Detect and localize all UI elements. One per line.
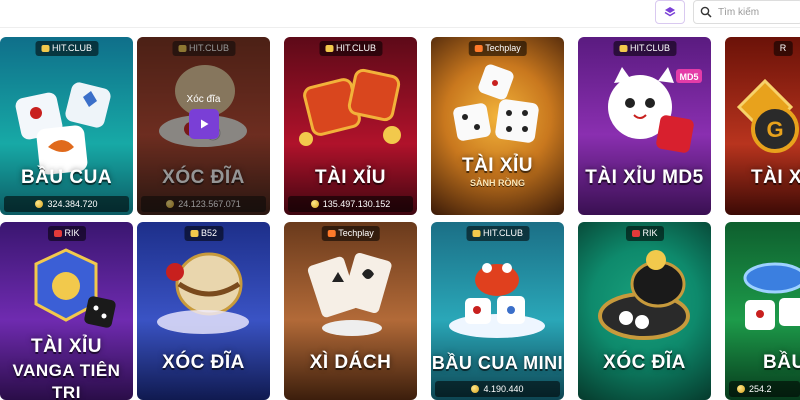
game-title-line2: VANGA TIÊN TRI bbox=[12, 361, 121, 400]
dice-fire-art bbox=[453, 64, 539, 143]
game-title: BẦU CUA MINI bbox=[431, 353, 564, 373]
crab-dice-art bbox=[449, 263, 545, 338]
jackpot-value: 324.384.720 bbox=[47, 199, 98, 209]
play-icon bbox=[201, 119, 209, 129]
chip-art: G bbox=[736, 78, 799, 153]
hover-game-label: Xóc đĩa bbox=[186, 94, 221, 105]
game-title: TÀI XỈU bbox=[314, 167, 387, 188]
filter-button[interactable] bbox=[655, 0, 685, 24]
top-bar bbox=[0, 0, 800, 28]
provider-label: RIK bbox=[64, 228, 80, 238]
layers-filter-icon bbox=[664, 7, 676, 17]
jackpot-counter: 4.190.440 bbox=[435, 381, 560, 397]
provider-label: RIK bbox=[642, 228, 658, 238]
provider-badge: HIT.CLUB bbox=[34, 41, 99, 56]
dice-art bbox=[743, 262, 800, 330]
crystal-dice-art bbox=[34, 248, 116, 328]
provider-label: HIT.CLUB bbox=[335, 43, 377, 53]
game-title: XÌ DÁCH bbox=[309, 352, 392, 373]
search-input[interactable] bbox=[718, 6, 788, 18]
game-title: TÀI XỈU bbox=[461, 155, 534, 176]
game-title: BẦU CUA bbox=[20, 167, 113, 188]
provider-badge: HIT.CLUB bbox=[318, 41, 383, 56]
provider-label: B52 bbox=[200, 228, 218, 238]
game-card-tai-xiu-vanga[interactable]: RIK TÀI XỈU VANGA TIÊN TRI bbox=[0, 222, 133, 400]
game-title: TÀI XỈU MD5 bbox=[585, 167, 704, 188]
game-title: XÓC ĐĨA bbox=[603, 352, 686, 373]
jackpot-counter: 135.497.130.152 bbox=[288, 196, 413, 212]
gold-dice-art bbox=[299, 68, 401, 146]
game-card-bau-cua-mini[interactable]: HIT.CLUB BẦU CUA MINI 4.190.440 bbox=[431, 222, 564, 400]
svg-text:G: G bbox=[766, 117, 783, 142]
coin-icon bbox=[737, 385, 745, 393]
jackpot-value: 135.497.130.152 bbox=[322, 199, 391, 209]
game-title: BẦU bbox=[763, 352, 800, 373]
lucky-cat-art: MD5 bbox=[608, 67, 702, 153]
provider-badge: B52 bbox=[183, 226, 224, 241]
search-box[interactable] bbox=[693, 0, 800, 24]
jackpot-counter: 324.384.720 bbox=[4, 196, 129, 212]
dice-art bbox=[15, 82, 111, 175]
game-card-xoc-dia[interactable]: HIT.CLUB XÓC ĐĨA 24.123.567.071 Xóc đĩa bbox=[137, 37, 270, 215]
game-card-tai-xiu-partial[interactable]: G R TÀI XỈ bbox=[725, 37, 800, 215]
provider-badge: RIK bbox=[625, 226, 664, 241]
game-title: XÓC ĐĨA bbox=[162, 352, 245, 373]
provider-badge: R bbox=[773, 41, 793, 56]
cards-art bbox=[307, 252, 392, 336]
provider-label: R bbox=[779, 43, 787, 53]
game-card-tai-xiu[interactable]: HIT.CLUB TÀI XỈU 135.497.130.152 bbox=[284, 37, 417, 215]
provider-badge: HIT.CLUB bbox=[612, 41, 677, 56]
game-card-tai-xiu-sanh-rong[interactable]: Techplay TÀI XỈU SẢNH RỒNG bbox=[431, 37, 564, 215]
game-grid: HIT.CLUB BẦU CUA 324.384.720 HIT.CLUB XÓ… bbox=[0, 37, 800, 400]
bowl-plate-art bbox=[598, 250, 690, 340]
jackpot-value: 4.190.440 bbox=[483, 384, 524, 394]
game-title: TÀI XỈ bbox=[751, 167, 800, 188]
coin-icon bbox=[471, 385, 480, 393]
game-card-xi-dach[interactable]: Techplay XÌ DÁCH bbox=[284, 222, 417, 400]
game-card-tai-xiu-md5[interactable]: MD5 HIT.CLUB TÀI XỈU MD5 bbox=[578, 37, 711, 215]
provider-label: Techplay bbox=[338, 228, 374, 238]
provider-badge: Techplay bbox=[468, 41, 527, 56]
provider-badge: RIK bbox=[47, 226, 86, 241]
game-card-xoc-dia-b52[interactable]: B52 XÓC ĐĨA bbox=[137, 222, 270, 400]
game-subtitle: SẢNH RỒNG bbox=[469, 178, 525, 188]
search-icon bbox=[700, 6, 712, 18]
svg-text:MD5: MD5 bbox=[679, 72, 698, 82]
bowl-art bbox=[157, 252, 249, 334]
provider-label: HIT.CLUB bbox=[629, 43, 671, 53]
provider-label: Techplay bbox=[485, 43, 521, 53]
play-button[interactable] bbox=[189, 109, 219, 139]
game-card-bau-cua[interactable]: HIT.CLUB BẦU CUA 324.384.720 bbox=[0, 37, 133, 215]
provider-badge: Techplay bbox=[321, 226, 380, 241]
game-card-xoc-dia-rik[interactable]: RIK XÓC ĐĨA bbox=[578, 222, 711, 400]
jackpot-counter: 254.2 bbox=[729, 381, 800, 397]
provider-label: HIT.CLUB bbox=[482, 228, 524, 238]
provider-badge: HIT.CLUB bbox=[465, 226, 530, 241]
jackpot-value: 254.2 bbox=[749, 384, 772, 394]
game-card-bau-partial[interactable]: BẦU 254.2 bbox=[725, 222, 800, 400]
game-title: TÀI XỈU bbox=[30, 336, 103, 357]
coin-icon bbox=[310, 200, 319, 208]
provider-label: HIT.CLUB bbox=[51, 43, 93, 53]
coin-icon bbox=[35, 200, 44, 208]
